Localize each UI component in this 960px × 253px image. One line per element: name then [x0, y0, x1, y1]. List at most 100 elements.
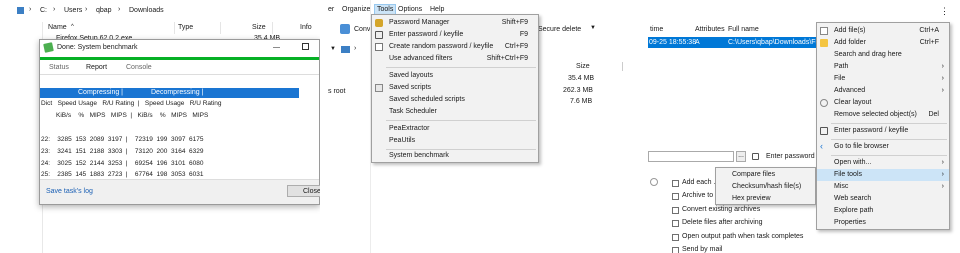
menu-item-label: Add file(s) — [834, 27, 866, 34]
menu-item-file-tools[interactable]: File tools › — [817, 169, 949, 181]
option-label: Send by mail — [682, 246, 723, 253]
menu-item-label: File — [834, 75, 846, 82]
size-value: 262.3 MB — [563, 87, 593, 94]
menu-item-label: Misc — [834, 183, 849, 190]
tab-console[interactable]: Console — [126, 64, 152, 71]
menu-item-go-to-browser[interactable]: ‹ Go to file browser — [817, 141, 949, 153]
menu-item-label: Add folder — [834, 39, 866, 46]
column-type[interactable]: Type — [178, 24, 193, 31]
checkbox-send-mail[interactable] — [672, 247, 679, 253]
menu-item-enter-password[interactable]: Enter password / keyfile F9 — [372, 29, 538, 41]
menu-item-label: Explore path — [834, 207, 874, 214]
menu-item-open-with[interactable]: Open with... › — [817, 157, 949, 169]
menu-item-properties[interactable]: Properties — [817, 217, 949, 229]
chevron-right-icon: › — [941, 171, 944, 178]
menu-item-search-drag[interactable]: Search and drag here — [817, 49, 949, 61]
menu-item-label: Create random password / keyfile — [389, 43, 494, 50]
column-name[interactable]: Name — [48, 24, 67, 31]
dialog-tabs: Status Report Console — [40, 61, 319, 75]
secure-delete-button[interactable]: Secure delete — [538, 26, 581, 33]
menu-options[interactable]: Options — [398, 6, 422, 13]
band-decompressing: Decompressing | — [151, 89, 204, 96]
option-label: Add each ... — [682, 179, 720, 186]
menu-item-file[interactable]: File › — [817, 73, 949, 85]
maximize-icon[interactable] — [302, 43, 309, 50]
report-row: 22: 3285 153 2089 3197 | 72319 199 3097 … — [41, 136, 204, 143]
menu-item-saved-scheduled-scripts[interactable]: Saved scheduled scripts — [372, 94, 538, 106]
menu-item-advanced-filters[interactable]: Use advanced filters Shift+Ctrl+F9 — [372, 53, 538, 65]
menu-organize[interactable]: Organize — [342, 6, 370, 13]
menu-item-label: Search and drag here — [834, 51, 902, 58]
menu-item-misc[interactable]: Misc › — [817, 181, 949, 193]
menu-help[interactable]: Help — [430, 6, 444, 13]
menu-item-web-search[interactable]: Web search — [817, 193, 949, 205]
menu-item-label: Password Manager — [389, 19, 450, 26]
breadcrumb-downloads[interactable]: Downloads — [129, 7, 164, 14]
column-fullname[interactable]: Full name — [728, 26, 759, 33]
report-row: 23: 3241 151 2188 3303 | 73120 200 3164 … — [41, 148, 204, 155]
menu-item-label: Advanced — [834, 87, 866, 94]
menu-item-label: Compare files — [732, 171, 776, 178]
menu-item-saved-scripts[interactable]: Saved scripts — [372, 82, 538, 94]
menu-separator — [831, 123, 947, 124]
menu-item-clear-layout[interactable]: Clear layout — [817, 97, 949, 109]
menu-item-random-password[interactable]: Create random password / keyfile Ctrl+F9 — [372, 41, 538, 53]
chevron-down-icon: ▼ — [590, 25, 596, 31]
column-time[interactable]: time — [650, 26, 663, 33]
tab-status[interactable]: Status — [49, 64, 69, 71]
menu-item-label: File tools — [834, 171, 863, 178]
menu-item-explore-path[interactable]: Explore path — [817, 205, 949, 217]
menu-item-enter-password[interactable]: Enter password / keyfile — [817, 125, 949, 137]
save-log-link[interactable]: Save task's log — [46, 188, 93, 195]
column-header: Name ^ Type Size Info — [42, 22, 320, 34]
chevron-right-icon: › — [29, 6, 32, 13]
menu-item-label: Task Scheduler — [389, 108, 437, 115]
checkbox-delete-after[interactable] — [672, 220, 679, 227]
column-attributes[interactable]: Attributes — [695, 26, 725, 33]
menu-item-system-benchmark[interactable]: System benchmark — [372, 150, 538, 162]
checkbox-archive-to[interactable] — [672, 193, 679, 200]
tree-item-root[interactable]: s root — [328, 88, 346, 95]
menu-item-advanced[interactable]: Advanced › — [817, 85, 949, 97]
column-info[interactable]: Info — [300, 24, 312, 31]
size-value: 35.4 MB — [568, 75, 595, 82]
menu-item-peaextractor[interactable]: PeaExtractor — [372, 123, 538, 135]
info-icon — [650, 178, 658, 186]
menu-item-label: Saved scripts — [389, 84, 432, 91]
drive-icon — [17, 7, 24, 14]
menu-item-compare-files[interactable]: Compare files — [716, 169, 815, 181]
menu-item-remove-selected[interactable]: Remove selected object(s) Del — [817, 109, 949, 121]
list-row-selected[interactable]: 09-25 18:55:38 A C:\Users\qbap\Downloads… — [648, 37, 820, 48]
tab-report[interactable]: Report — [86, 64, 107, 71]
menu-item-add-files[interactable]: Add file(s) Ctrl+A — [817, 25, 949, 37]
password-label[interactable]: Enter password / — [766, 153, 819, 160]
breadcrumb-users[interactable]: Users — [64, 7, 82, 14]
menu-item-peautils[interactable]: PeaUtils — [372, 135, 538, 147]
checkbox-open-output[interactable] — [672, 234, 679, 241]
menu-item-path[interactable]: Path › — [817, 61, 949, 73]
report-header-1: Dict Speed Usage R/U Rating | Speed Usag… — [41, 100, 222, 107]
checkbox-add-each[interactable] — [672, 180, 679, 187]
chevron-right-icon: › — [941, 75, 944, 82]
menu-separator — [831, 139, 947, 140]
menu-partial[interactable]: er — [328, 6, 334, 13]
clear-icon — [820, 99, 828, 107]
breadcrumb-c[interactable]: C: — [40, 7, 47, 14]
browse-button[interactable]: ... — [736, 151, 746, 162]
breadcrumb-qbap[interactable]: qbap — [96, 7, 112, 14]
menu-item-saved-layouts[interactable]: Saved layouts — [372, 70, 538, 82]
minimize-icon[interactable]: — — [273, 44, 280, 51]
size-header[interactable]: Size — [576, 63, 590, 70]
close-button[interactable]: Close — [287, 185, 320, 197]
menu-item-checksum[interactable]: Checksum/hash file(s) — [716, 181, 815, 193]
output-path-field[interactable] — [648, 151, 734, 162]
menu-item-password-manager[interactable]: Password Manager Shift+F9 — [372, 17, 538, 29]
column-size[interactable]: Size — [252, 24, 266, 31]
chevron-right-icon: › — [941, 63, 944, 70]
menu-item-task-scheduler[interactable]: Task Scheduler — [372, 106, 538, 118]
menu-item-hex-preview[interactable]: Hex preview — [716, 193, 815, 205]
checkbox-convert-archives[interactable] — [672, 207, 679, 214]
more-options-icon[interactable]: ⋮ — [940, 6, 949, 17]
menu-item-add-folder[interactable]: Add folder Ctrl+F — [817, 37, 949, 49]
app-icon — [43, 42, 54, 53]
